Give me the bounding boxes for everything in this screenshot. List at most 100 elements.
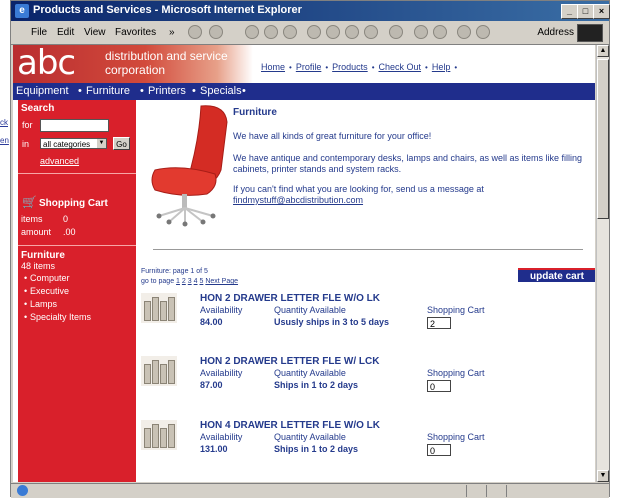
nav-separator: • — [425, 63, 428, 72]
page-info: Furniture: page 1 of 5 — [141, 268, 208, 275]
menu-edit[interactable]: Edit — [57, 27, 74, 38]
product-image[interactable] — [141, 356, 177, 386]
page-link-2[interactable]: 2 — [182, 278, 186, 285]
menu-favorites[interactable]: Favorites — [115, 27, 156, 38]
history-icon[interactable] — [345, 25, 359, 39]
chevron-down-icon: ▼ — [97, 139, 106, 148]
subcategory-computer[interactable]: Computer — [30, 273, 70, 283]
category-heading: Furniture — [21, 250, 65, 261]
product-name[interactable]: HON 2 DRAWER LETTER FLE W/O LK — [200, 293, 380, 304]
nav-link-checkout[interactable]: Check Out — [379, 62, 422, 72]
product-image[interactable] — [141, 293, 177, 323]
site-logo[interactable]: abc distribution and service corporation — [13, 45, 253, 83]
search-heading: Search — [21, 103, 55, 114]
forward-icon[interactable] — [209, 25, 223, 39]
search-for-label: for — [22, 120, 33, 130]
search-input[interactable] — [40, 119, 109, 132]
subcategory-specialty-items[interactable]: Specialty Items — [30, 312, 91, 322]
discuss-icon[interactable] — [457, 25, 471, 39]
scroll-down-icon[interactable]: ▼ — [597, 470, 609, 482]
back-icon[interactable] — [188, 25, 202, 39]
contact-text-body: If you can't find what you are looking f… — [233, 184, 484, 194]
minimize-button[interactable]: _ — [561, 4, 578, 19]
logo-line-1: distribution and service — [105, 49, 228, 63]
scroll-up-icon[interactable]: ▲ — [597, 45, 609, 57]
page-content: abc distribution and service corporation… — [13, 45, 595, 482]
subcategory-executive[interactable]: Executive — [30, 286, 69, 296]
menu-view[interactable]: View — [84, 27, 106, 38]
contact-email-link[interactable]: findmystuff@abcdistribution.com — [233, 195, 363, 205]
home-icon[interactable] — [283, 25, 297, 39]
category-select[interactable]: all categories ▼ — [40, 138, 107, 149]
media-icon[interactable] — [364, 25, 378, 39]
product-row: HON 2 DRAWER LETTER FLE W/O LK Availabil… — [141, 293, 595, 353]
nav-link-help[interactable]: Help — [432, 62, 451, 72]
update-cart-button[interactable]: update cart — [518, 268, 595, 282]
go-button[interactable]: Go — [113, 137, 130, 150]
status-separator — [486, 485, 487, 497]
nav-link-home[interactable]: Home — [261, 62, 285, 72]
print-icon[interactable] — [414, 25, 428, 39]
menu-bar: File Edit View Favorites » Address — [11, 22, 609, 45]
address-label: Address — [537, 27, 574, 38]
category-select-value: all categories — [43, 140, 91, 149]
mail-icon[interactable] — [389, 25, 403, 39]
favorites-icon[interactable] — [326, 25, 340, 39]
chair-image — [151, 105, 228, 227]
shopping-cart-heading[interactable]: Shopping Cart — [39, 198, 108, 209]
page-link-5[interactable]: 5 — [199, 278, 203, 285]
status-bar — [11, 483, 609, 498]
logo-line-2: corporation — [105, 63, 166, 77]
quantity-label: Quantity Available — [274, 305, 346, 315]
shopping-cart-label: Shopping Cart — [427, 432, 485, 442]
intro-text: We have all kinds of great furniture for… — [233, 131, 432, 141]
availability-label: Availability — [200, 305, 243, 315]
nav-link-products[interactable]: Products — [332, 62, 368, 72]
page-link-4[interactable]: 4 — [194, 278, 198, 285]
cart-quantity-input[interactable]: 0 — [427, 380, 451, 392]
edit-icon[interactable] — [433, 25, 447, 39]
product-image[interactable] — [141, 420, 177, 450]
scroll-thumb[interactable] — [597, 59, 609, 219]
search-in-label: in — [22, 139, 30, 149]
nav-equipment[interactable]: Equipment — [16, 85, 69, 97]
bullet-icon: • — [24, 286, 28, 296]
cart-quantity-input[interactable]: 0 — [427, 444, 451, 456]
bullet-icon: • — [24, 299, 28, 309]
menu-file[interactable]: File — [31, 27, 47, 38]
product-name[interactable]: HON 2 DRAWER LETTER FLE W/ LCK — [200, 356, 379, 367]
page-status-icon — [17, 485, 28, 496]
category-nav: Equipment • Furniture • Printers • Speci… — [13, 83, 595, 100]
nav-separator: • — [454, 63, 458, 72]
search-icon[interactable] — [307, 25, 321, 39]
nav-link-profile[interactable]: Profile — [296, 62, 322, 72]
cart-quantity-input[interactable]: 2 — [427, 317, 451, 329]
category-title: Furniture — [233, 107, 277, 118]
advanced-search-link[interactable]: advanced — [40, 156, 79, 166]
sidebar: Search for in all categories ▼ Go advanc… — [18, 100, 136, 482]
next-page-link[interactable]: Next Page — [205, 278, 238, 285]
category-count: 48 items — [21, 261, 56, 271]
subcategory-lamps[interactable]: Lamps — [30, 299, 57, 309]
nav-furniture[interactable]: Furniture — [86, 85, 130, 97]
page-nav: go to page 1 2 3 4 5 Next Page — [141, 278, 238, 285]
vertical-scrollbar[interactable]: ▲ ▼ — [596, 45, 609, 482]
stop-icon[interactable] — [245, 25, 259, 39]
nav-specials[interactable]: Specials — [200, 85, 242, 97]
close-button[interactable]: × — [593, 4, 610, 19]
page-link-1[interactable]: 1 — [176, 278, 180, 285]
shopping-cart-label: Shopping Cart — [427, 368, 485, 378]
title-bar[interactable]: e Products and Services - Microsoft Inte… — [11, 1, 610, 21]
status-separator — [506, 485, 507, 497]
refresh-icon[interactable] — [264, 25, 278, 39]
nav-printers[interactable]: Printers — [148, 85, 186, 97]
section-divider — [153, 249, 583, 250]
description-text: We have antique and contemporary desks, … — [233, 153, 583, 174]
toolbar-chevron[interactable]: » — [169, 27, 175, 38]
maximize-button[interactable]: □ — [577, 4, 594, 19]
research-icon[interactable] — [476, 25, 490, 39]
quantity-value: Ships in 1 to 2 days — [274, 380, 359, 390]
availability-value: 131.00 — [200, 444, 228, 454]
product-name[interactable]: HON 4 DRAWER LETTER FLE W/O LK — [200, 420, 380, 431]
page-link-3[interactable]: 3 — [188, 278, 192, 285]
